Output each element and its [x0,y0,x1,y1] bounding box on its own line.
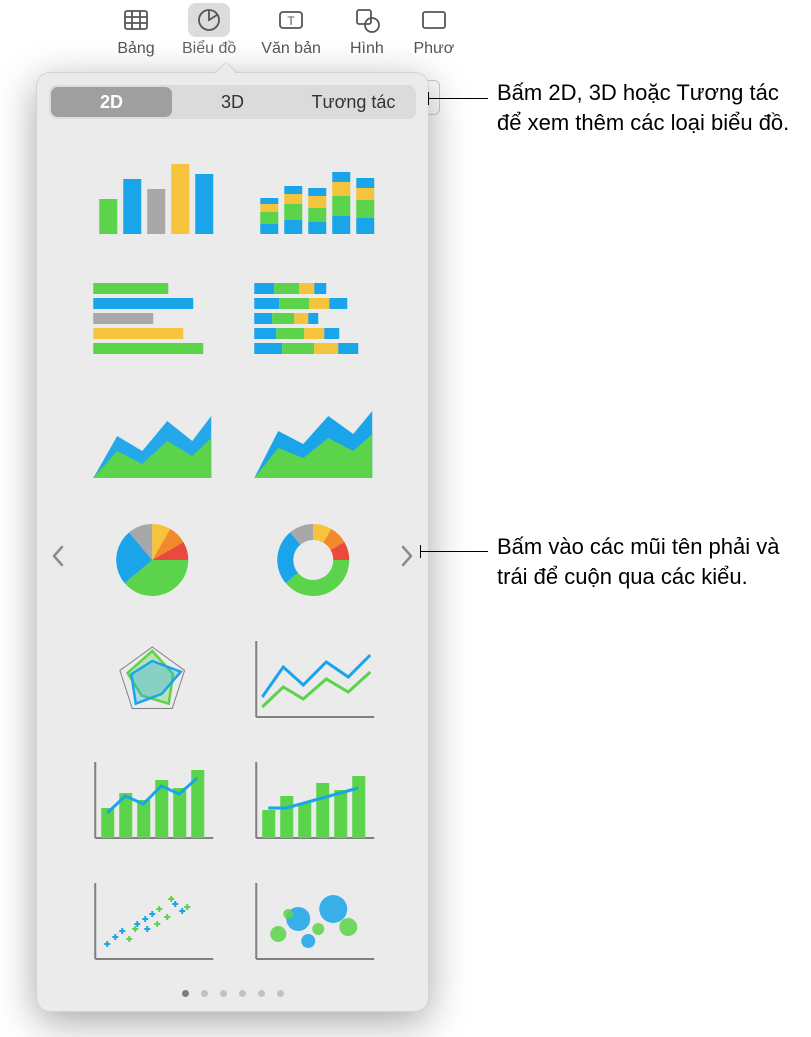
toolbar-label: Phươ [413,40,454,58]
callout-line [428,98,488,99]
chevron-right-icon [400,545,414,567]
bar-chart[interactable] [81,266,224,373]
page-dot[interactable] [201,990,208,997]
arrow-left[interactable] [45,127,71,984]
segment-interactive[interactable]: Tương tác [293,87,414,117]
toolbar-item-table[interactable]: Bảng [115,3,157,58]
text-icon: T [277,6,305,34]
toolbar-label: Văn bản [261,40,321,58]
segment-2d[interactable]: 2D [51,87,172,117]
arrow-right[interactable] [394,127,420,984]
toolbar-item-media[interactable]: Phươ [413,3,455,58]
chevron-left-icon [51,545,65,567]
chart-thumbnail-grid [71,127,394,984]
media-icon [420,6,448,34]
table-icon [122,6,150,34]
page-dot[interactable] [239,990,246,997]
callout-arrows: Bấm vào các mũi tên phải và trái để cuộn… [497,532,797,591]
toolbar-label: Bảng [117,40,154,58]
scatter-chart[interactable] [81,869,224,976]
stacked-area-chart[interactable] [242,386,385,493]
page-dot[interactable] [258,990,265,997]
stacked-bar-chart[interactable] [242,266,385,373]
toolbar-label: Biểu đồ [182,40,236,58]
toolbar-item-chart[interactable]: Biểu đồ [182,3,236,58]
segment-3d[interactable]: 3D [172,87,293,117]
radar-chart[interactable] [81,628,224,735]
segmented-control: 2D 3D Tương tác [49,85,416,119]
callout-line [420,551,488,552]
page-indicator [45,984,420,997]
shape-icon [353,6,381,34]
combo-chart-2[interactable] [242,749,385,856]
chart-popover: 2D 3D Tương tác [36,72,429,1012]
bubble-chart[interactable] [242,869,385,976]
combo-chart-1[interactable] [81,749,224,856]
svg-text:T: T [287,14,295,28]
page-dot[interactable] [220,990,227,997]
page-dot[interactable] [182,990,189,997]
area-chart[interactable] [81,386,224,493]
stacked-column-chart[interactable] [242,145,385,252]
column-chart[interactable] [81,145,224,252]
donut-chart[interactable] [242,507,385,614]
line-chart[interactable] [242,628,385,735]
toolbar-label: Hình [350,40,384,58]
pie-chart[interactable] [81,507,224,614]
chart-icon [195,6,223,34]
page-dot[interactable] [277,990,284,997]
toolbar-item-shape[interactable]: Hình [346,3,388,58]
toolbar-item-text[interactable]: T Văn bản [261,3,321,58]
toolbar: Bảng Biểu đồ T Văn bản Hình Phươ [115,3,455,58]
callout-tabs: Bấm 2D, 3D hoặc Tương tác để xem thêm cá… [497,78,797,137]
